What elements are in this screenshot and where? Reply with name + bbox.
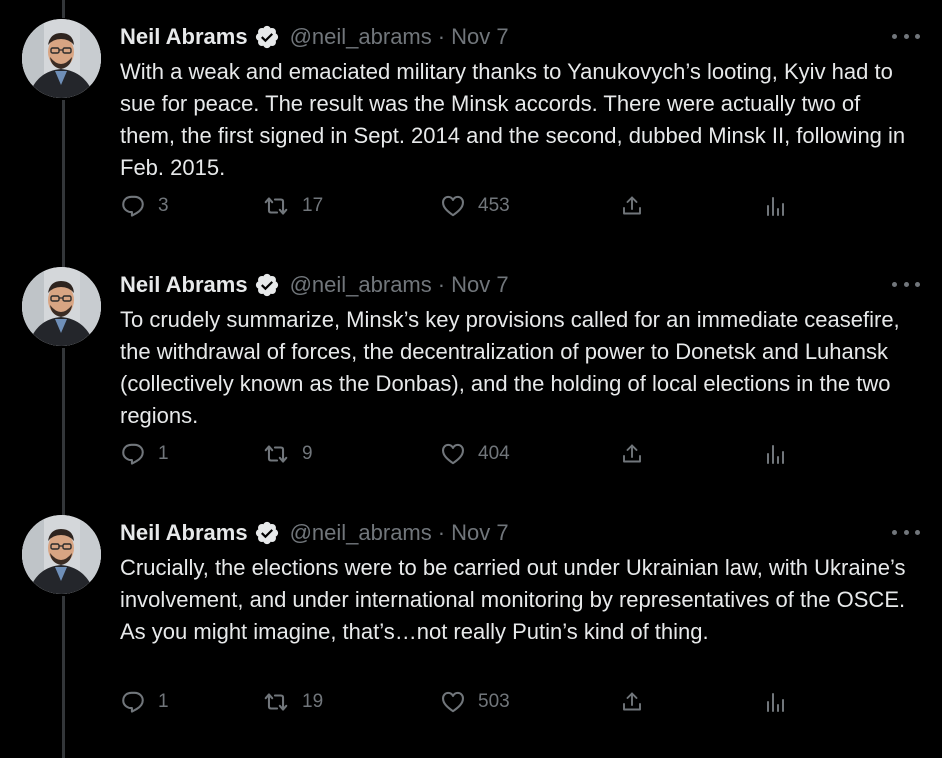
reply-button[interactable]: 1: [120, 682, 169, 722]
reply-count: 1: [158, 443, 169, 464]
share-icon: [623, 444, 641, 463]
heart-icon: [442, 443, 464, 465]
more-options-icon[interactable]: [892, 520, 920, 544]
like-count: 503: [478, 691, 510, 712]
tweet-date[interactable]: Nov 7: [451, 520, 508, 546]
reply-button[interactable]: 1: [120, 434, 169, 474]
tweet-date[interactable]: Nov 7: [451, 272, 508, 298]
retweet-icon: [264, 693, 288, 711]
verified-badge-icon: [254, 24, 280, 50]
analytics-icon: [767, 197, 784, 216]
reply-icon: [122, 691, 144, 713]
reply-icon: [122, 443, 144, 465]
tweet-text: With a weak and emaciated military thank…: [120, 59, 906, 180]
tweet-actions: 1 9 404: [120, 434, 800, 474]
retweet-count: 19: [302, 691, 324, 712]
avatar-image: [22, 19, 101, 98]
verified-badge-icon: [254, 520, 280, 546]
retweet-button[interactable]: 19: [262, 682, 323, 722]
tweet-actions: 1 19 503: [120, 682, 800, 722]
tweet-text: Crucially, the elections were to be carr…: [120, 555, 906, 644]
like-count: 453: [478, 195, 510, 216]
retweet-count: 17: [302, 195, 324, 216]
retweet-icon: [264, 197, 288, 215]
author-name[interactable]: Neil Abrams: [120, 24, 248, 50]
heart-icon: [442, 195, 464, 217]
avatar[interactable]: [22, 19, 101, 98]
tweet[interactable]: Neil Abrams @neil_abrams · Nov 7 With a …: [0, 0, 942, 248]
share-button[interactable]: [620, 434, 644, 474]
tweet[interactable]: Neil Abrams @neil_abrams · Nov 7 To crud…: [0, 248, 942, 496]
reply-button[interactable]: 3: [120, 186, 169, 226]
analytics-button[interactable]: [764, 682, 788, 722]
reply-icon: [122, 195, 144, 217]
tweet-header: Neil Abrams @neil_abrams · Nov 7: [120, 518, 509, 548]
author-handle[interactable]: @neil_abrams: [290, 520, 432, 546]
tweet-header: Neil Abrams @neil_abrams · Nov 7: [120, 270, 509, 300]
retweet-count: 9: [302, 443, 313, 464]
avatar[interactable]: [22, 267, 101, 346]
share-icon: [623, 692, 641, 711]
like-count: 404: [478, 443, 510, 464]
retweet-icon: [264, 445, 288, 463]
like-button[interactable]: 453: [440, 186, 510, 226]
heart-icon: [442, 691, 464, 713]
share-button[interactable]: [620, 682, 644, 722]
tweet[interactable]: Neil Abrams @neil_abrams · Nov 7 Crucial…: [0, 496, 942, 744]
like-button[interactable]: 503: [440, 682, 510, 722]
separator-dot: ·: [437, 520, 446, 545]
share-icon: [623, 196, 641, 215]
tweet-date[interactable]: Nov 7: [451, 24, 508, 50]
analytics-icon: [767, 445, 784, 464]
avatar-image: [22, 267, 101, 346]
tweet-header: Neil Abrams @neil_abrams · Nov 7: [120, 22, 509, 52]
author-handle[interactable]: @neil_abrams: [290, 272, 432, 298]
verified-badge-icon: [254, 272, 280, 298]
tweet-actions: 3 17 453: [120, 186, 800, 226]
share-button[interactable]: [620, 186, 644, 226]
author-name[interactable]: Neil Abrams: [120, 272, 248, 298]
separator-dot: ·: [437, 272, 446, 297]
analytics-button[interactable]: [764, 434, 788, 474]
reply-count: 1: [158, 691, 169, 712]
more-options-icon[interactable]: [892, 272, 920, 296]
reply-count: 3: [158, 195, 169, 216]
analytics-button[interactable]: [764, 186, 788, 226]
author-name[interactable]: Neil Abrams: [120, 520, 248, 546]
avatar-image: [22, 515, 101, 594]
avatar[interactable]: [22, 515, 101, 594]
author-handle[interactable]: @neil_abrams: [290, 24, 432, 50]
separator-dot: ·: [437, 24, 446, 49]
retweet-button[interactable]: 9: [262, 434, 313, 474]
analytics-icon: [767, 693, 784, 712]
tweet-text: To crudely summarize, Minsk’s key provis…: [120, 307, 900, 428]
more-options-icon[interactable]: [892, 24, 920, 48]
like-button[interactable]: 404: [440, 434, 510, 474]
retweet-button[interactable]: 17: [262, 186, 323, 226]
